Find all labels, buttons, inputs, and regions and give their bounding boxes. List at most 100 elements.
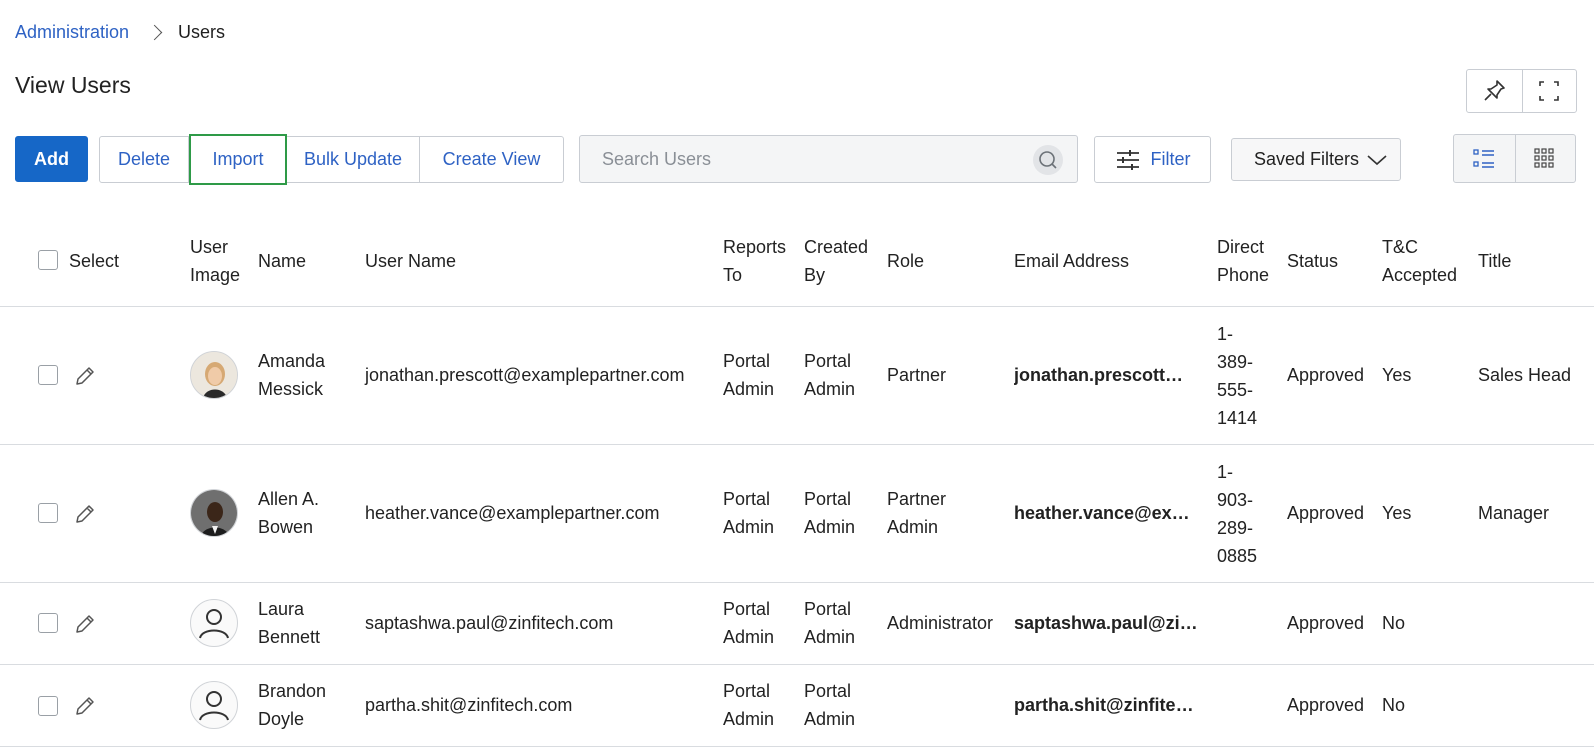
row-divider <box>0 444 1594 445</box>
user-name-link-line2[interactable]: Bennett <box>258 623 320 651</box>
reports-to-link-line1[interactable]: Portal <box>723 595 770 623</box>
created-by-link-line1[interactable]: Portal <box>804 595 851 623</box>
bulk-update-button[interactable]: Bulk Update <box>287 136 420 183</box>
pencil-icon[interactable] <box>73 502 97 526</box>
role-link[interactable]: Partner <box>887 361 946 389</box>
default-avatar-icon <box>190 681 238 729</box>
username-cell: partha.shit@zinfitech.com <box>365 695 573 715</box>
tc-cell: No <box>1382 613 1406 633</box>
pencil-icon[interactable] <box>73 364 97 388</box>
chevron-down-icon <box>1367 155 1387 166</box>
grid-icon <box>1534 148 1554 168</box>
phone-line2: 903- <box>1217 490 1254 510</box>
header-reports-to-line2[interactable]: To <box>723 261 742 289</box>
create-view-button[interactable]: Create View <box>420 136 564 183</box>
row-divider <box>0 746 1594 747</box>
header-status[interactable]: Status <box>1287 247 1338 275</box>
phone-line1: 1- <box>1217 324 1234 344</box>
header-direct-phone-line1[interactable]: Direct <box>1217 233 1264 261</box>
row-checkbox[interactable] <box>38 365 58 385</box>
reports-to-link-line1[interactable]: Portal <box>723 347 770 375</box>
reports-to-link-line2[interactable]: Admin <box>723 375 774 403</box>
row-checkbox[interactable] <box>38 613 58 633</box>
header-select: Select <box>69 251 120 271</box>
search-input[interactable] <box>600 148 1024 171</box>
created-by-link-line2[interactable]: Admin <box>804 623 855 651</box>
phone-line3: 555- <box>1217 380 1254 400</box>
header-name[interactable]: Name <box>258 247 306 275</box>
phone-line2: 389- <box>1217 352 1254 372</box>
created-by-link-line2[interactable]: Admin <box>804 705 855 733</box>
role-link[interactable]: Administrator <box>887 609 993 637</box>
phone-line4: 0885 <box>1217 546 1258 566</box>
select-all-checkbox[interactable] <box>38 250 58 270</box>
user-name-link-line1[interactable]: Laura <box>258 595 304 623</box>
header-email[interactable]: Email Address <box>1014 247 1129 275</box>
created-by-link-line1[interactable]: Portal <box>804 677 851 705</box>
role-link-line2[interactable]: Admin <box>887 513 938 541</box>
header-reports-to-line1[interactable]: Reports <box>723 233 786 261</box>
search-icon[interactable] <box>1033 145 1063 175</box>
created-by-link-line2[interactable]: Admin <box>804 375 855 403</box>
list-icon <box>1473 149 1494 168</box>
status-cell: Approved <box>1287 365 1365 385</box>
header-title[interactable]: Title <box>1478 247 1511 275</box>
header-direct-phone-line2[interactable]: Phone <box>1217 261 1269 289</box>
grid-view-button[interactable] <box>1515 135 1575 182</box>
reports-to-link-line1[interactable]: Portal <box>723 485 770 513</box>
email-link[interactable]: heather.vance@examplepartner.com <box>1014 499 1198 527</box>
email-link[interactable]: partha.shit@zinfitech.com <box>1014 691 1198 719</box>
row-divider <box>0 664 1594 665</box>
created-by-link-line2[interactable]: Admin <box>804 513 855 541</box>
user-name-link-line1[interactable]: Brandon <box>258 677 326 705</box>
reports-to-link-line2[interactable]: Admin <box>723 623 774 651</box>
email-link[interactable]: saptashwa.paul@zinfitech.com <box>1014 609 1198 637</box>
pencil-icon[interactable] <box>73 694 97 718</box>
header-divider <box>0 306 1594 307</box>
add-button[interactable]: Add <box>15 136 88 182</box>
created-by-link-line1[interactable]: Portal <box>804 485 851 513</box>
user-name-link-line2[interactable]: Messick <box>258 375 323 403</box>
breadcrumb: Administration Users <box>15 22 225 43</box>
row-divider <box>0 582 1594 583</box>
username-cell: saptashwa.paul@zinfitech.com <box>365 613 614 633</box>
filter-button[interactable]: Filter <box>1094 136 1211 183</box>
default-avatar-icon <box>190 599 238 647</box>
avatar <box>190 351 238 399</box>
header-user-name[interactable]: User Name <box>365 247 456 275</box>
breadcrumb-administration-link[interactable]: Administration <box>15 22 129 43</box>
pencil-icon[interactable] <box>73 612 97 636</box>
search-box <box>579 135 1078 183</box>
header-role[interactable]: Role <box>887 247 924 275</box>
header-created-by-line1[interactable]: Created <box>804 233 868 261</box>
import-button[interactable]: Import <box>189 134 287 185</box>
tc-cell: Yes <box>1382 503 1412 523</box>
created-by-link-line1[interactable]: Portal <box>804 347 851 375</box>
header-created-by-line2[interactable]: By <box>804 261 825 289</box>
header-user-image-line2: Image <box>190 265 241 285</box>
email-link[interactable]: jonathan.prescott@examplepartner.com <box>1014 361 1198 389</box>
delete-button[interactable]: Delete <box>99 136 189 183</box>
title-cell: Sales Head <box>1478 365 1572 385</box>
user-name-link-line2[interactable]: Doyle <box>258 705 304 733</box>
row-checkbox[interactable] <box>38 503 58 523</box>
header-user-image-line1: User <box>190 237 229 257</box>
user-name-link-line1[interactable]: Amanda <box>258 347 325 375</box>
reports-to-link-line1[interactable]: Portal <box>723 677 770 705</box>
reports-to-link-line2[interactable]: Admin <box>723 513 774 541</box>
username-cell: jonathan.prescott@examplepartner.com <box>365 365 685 385</box>
header-tc-line1[interactable]: T&C <box>1382 233 1418 261</box>
title-cell: Manager <box>1478 503 1550 523</box>
row-checkbox[interactable] <box>38 696 58 716</box>
reports-to-link-line2[interactable]: Admin <box>723 705 774 733</box>
user-name-link-line2[interactable]: Bowen <box>258 513 313 541</box>
list-view-button[interactable] <box>1454 135 1516 182</box>
saved-filters-dropdown[interactable]: Saved Filters <box>1231 138 1401 181</box>
pin-button[interactable] <box>1467 70 1523 112</box>
user-name-link-line1[interactable]: Allen A. <box>258 485 319 513</box>
fullscreen-button[interactable] <box>1522 70 1576 112</box>
header-tc-line2[interactable]: Accepted <box>1382 261 1457 289</box>
tc-cell: No <box>1382 695 1406 715</box>
role-link-line1[interactable]: Partner <box>887 485 946 513</box>
status-cell: Approved <box>1287 503 1365 523</box>
